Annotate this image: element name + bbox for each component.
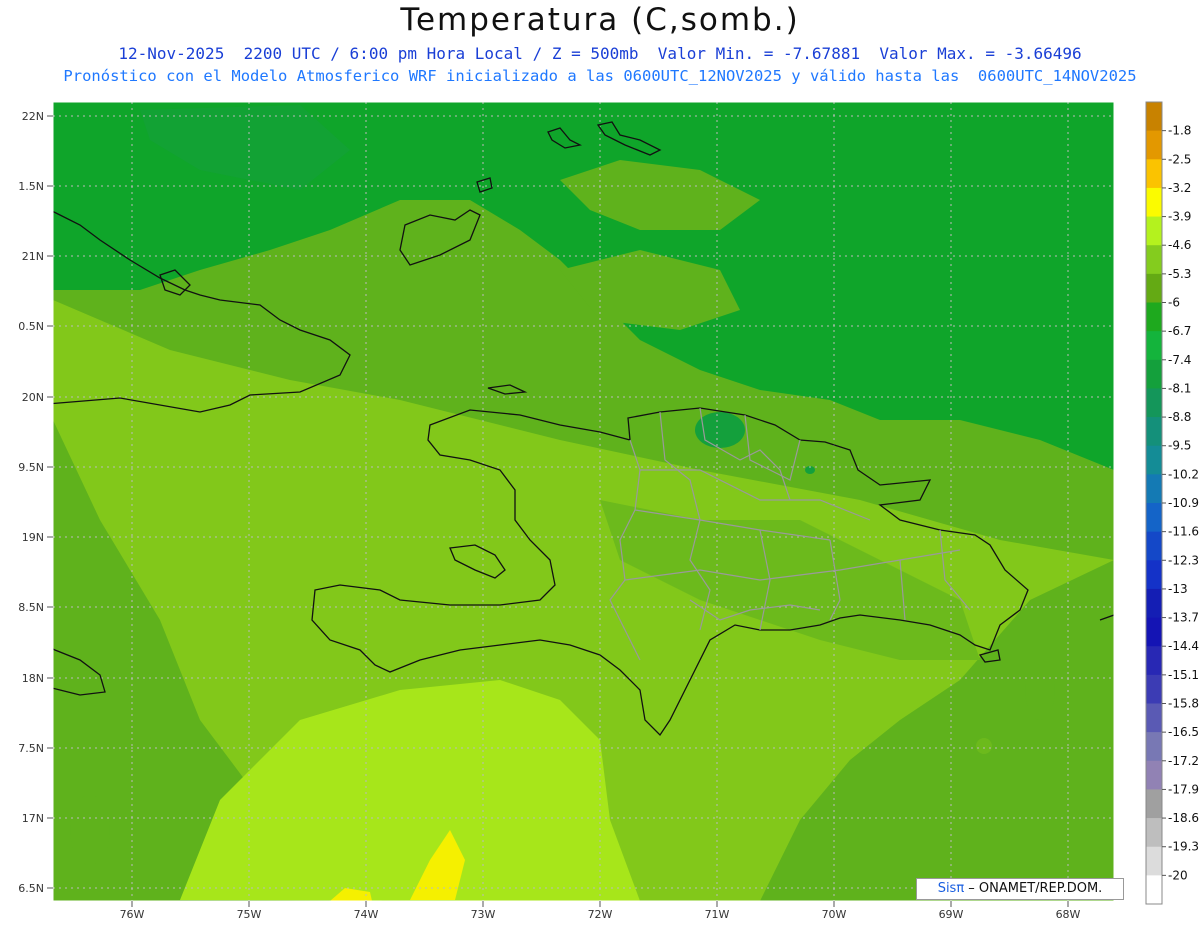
colorbar-swatch xyxy=(1146,245,1162,275)
lat-label: 22N xyxy=(22,110,44,123)
colorbar-swatch xyxy=(1146,703,1162,733)
colorbar-label: -11.6 xyxy=(1168,525,1199,539)
colorbar-label: -15.8 xyxy=(1168,697,1199,711)
colorbar: -1.8 -2.5 -3.2 -3.9 -4.6 -5.3 -6 -6.7 -7.4 -8.1 -8… xyxy=(1145,101,1199,905)
colorbar-swatch xyxy=(1146,331,1162,361)
colorbar-swatch xyxy=(1146,617,1162,647)
colorbar-label: -12.3 xyxy=(1168,553,1199,567)
colorbar-swatch xyxy=(1146,273,1162,303)
credit-box: Sisπ – ONAMET/REP.DOM. xyxy=(916,878,1124,900)
colorbar-swatch xyxy=(1146,474,1162,504)
colorbar-swatch xyxy=(1146,187,1162,218)
lat-label: 21N xyxy=(22,250,44,263)
subtitle-model-run: Pronóstico con el Modelo Atmosferico WRF… xyxy=(63,67,1137,85)
colorbar-label: -8.1 xyxy=(1168,381,1191,395)
lon-label: 71W xyxy=(705,908,730,921)
colorbar-label: -6 xyxy=(1168,296,1180,310)
colorbar-swatch xyxy=(1146,388,1162,418)
lat-label: 17N xyxy=(22,812,44,825)
colorbar-swatch xyxy=(1146,732,1162,762)
colorbar-swatch xyxy=(1146,674,1162,704)
colorbar-label: -20 xyxy=(1168,868,1188,882)
lon-label: 68W xyxy=(1056,908,1081,921)
colorbar-swatch xyxy=(1146,818,1162,848)
colorbar-label: -3.9 xyxy=(1168,210,1191,224)
colorbar-label: -2.5 xyxy=(1168,152,1191,166)
colorbar-label: -13.7 xyxy=(1168,611,1199,625)
colorbar-label: -3.2 xyxy=(1168,181,1191,195)
colorbar-label: -4.6 xyxy=(1168,238,1191,252)
lat-label: 18N xyxy=(22,672,44,685)
lat-label: 6.5N xyxy=(18,882,44,895)
credit-brand: Sisπ xyxy=(937,881,965,896)
colorbar-swatch xyxy=(1146,760,1162,790)
lat-label: 9.5N xyxy=(18,461,44,474)
lon-label: 69W xyxy=(939,908,964,921)
colorbar-label: -17.9 xyxy=(1168,782,1199,796)
colorbar-label: -10.2 xyxy=(1168,467,1199,481)
lat-label: 0.5N xyxy=(18,320,44,333)
colorbar-swatch xyxy=(1146,445,1162,475)
colorbar-label: -9.5 xyxy=(1168,439,1191,453)
colorbar-swatch xyxy=(1146,302,1162,332)
colorbar-label: -13 xyxy=(1168,582,1188,596)
colorbar-swatch xyxy=(1146,588,1162,619)
colorbar-label: -7.4 xyxy=(1168,353,1191,367)
lon-label: 72W xyxy=(588,908,613,921)
colorbar-label: -16.5 xyxy=(1168,725,1199,739)
map-title: Temperatura (C,somb.) xyxy=(400,2,800,38)
temperature-field xyxy=(53,102,1114,901)
credit-text: – ONAMET/REP.DOM. xyxy=(964,881,1103,896)
lat-label: 20N xyxy=(22,391,44,404)
lat-label: 8.5N xyxy=(18,601,44,614)
latitude-labels: 22N 1.5N 21N 0.5N 20N 9.5N 19N 8.5N 18N … xyxy=(18,110,44,895)
colorbar-swatch xyxy=(1146,102,1162,132)
colorbar-label: -10.9 xyxy=(1168,496,1199,510)
longitude-labels: 76W 75W 74W 73W 72W 71W 70W 69W 68W xyxy=(120,908,1081,921)
lat-label: 7.5N xyxy=(18,742,44,755)
colorbar-swatch xyxy=(1146,130,1162,160)
colorbar-label: -1.8 xyxy=(1168,124,1191,138)
lon-label: 73W xyxy=(471,908,496,921)
colorbar-swatch xyxy=(1146,789,1162,819)
lat-label: 1.5N xyxy=(18,180,44,193)
lon-label: 76W xyxy=(120,908,145,921)
colorbar-label: -15.1 xyxy=(1168,668,1199,682)
subtitle-valid-time: 12-Nov-2025 2200 UTC / 6:00 pm Hora Loca… xyxy=(118,44,1082,63)
colorbar-swatch xyxy=(1146,560,1162,590)
colorbar-swatch xyxy=(1146,646,1162,676)
colorbar-label: -14.4 xyxy=(1168,639,1199,653)
colorbar-label: -19.3 xyxy=(1168,840,1199,854)
colorbar-label: -8.8 xyxy=(1168,410,1191,424)
colorbar-swatch xyxy=(1146,531,1162,561)
colorbar-swatch xyxy=(1146,846,1162,876)
lon-label: 70W xyxy=(822,908,847,921)
colorbar-label: -18.6 xyxy=(1168,811,1199,825)
colorbar-swatch xyxy=(1146,159,1162,189)
colorbar-swatch xyxy=(1146,359,1162,389)
colorbar-label: -6.7 xyxy=(1168,324,1191,338)
lon-label: 74W xyxy=(354,908,379,921)
lat-label: 19N xyxy=(22,531,44,544)
colorbar-swatch xyxy=(1146,216,1162,246)
colorbar-label: -17.2 xyxy=(1168,754,1199,768)
forecast-map: 22N 1.5N 21N 0.5N 20N 9.5N 19N 8.5N 18N … xyxy=(18,101,1199,921)
colorbar-swatch xyxy=(1146,503,1162,533)
colorbar-swatch xyxy=(1146,875,1162,905)
colorbar-label: -5.3 xyxy=(1168,267,1191,281)
colorbar-swatch xyxy=(1146,417,1162,447)
lon-label: 75W xyxy=(237,908,262,921)
